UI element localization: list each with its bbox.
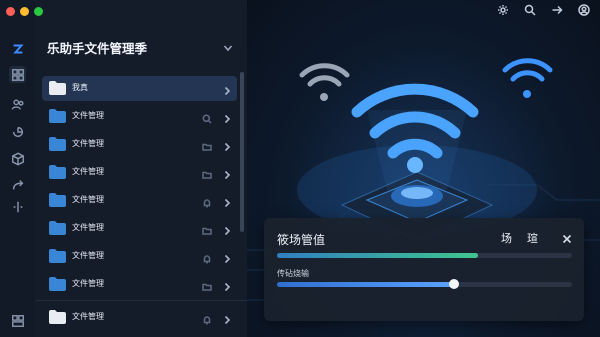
slider-fill: [277, 282, 454, 287]
arrow-right-icon[interactable]: [551, 3, 563, 15]
slider-handle[interactable]: [449, 279, 459, 289]
folder-small-icon[interactable]: [202, 223, 212, 235]
search-icon[interactable]: [524, 3, 536, 16]
progress-fill-1: [277, 253, 478, 258]
file-label: 文件管理: [72, 195, 104, 204]
users-icon[interactable]: [9, 96, 26, 113]
file-label: 文件管理: [72, 167, 104, 176]
folder-icon: [49, 193, 66, 207]
file-label: 文件管理: [72, 312, 104, 321]
folder-small-icon[interactable]: [202, 167, 212, 179]
transfer-popup: 筱场管值 场 瑄 传砧烧输: [264, 218, 584, 321]
split-icon[interactable]: [9, 198, 26, 215]
bell-icon[interactable]: [202, 312, 212, 325]
file-row[interactable]: 文件管理: [42, 160, 237, 185]
file-row[interactable]: 文件管理: [42, 305, 237, 330]
popup-subtitle: 传砧烧输: [277, 269, 309, 278]
file-row[interactable]: 文件管理: [42, 272, 237, 297]
chevron-down-icon[interactable]: [223, 40, 233, 52]
folder-icon: [49, 310, 66, 324]
folder-icon: [49, 277, 66, 291]
folder-icon: [49, 109, 66, 123]
file-row[interactable]: 文件管理: [42, 132, 237, 157]
progress-bar-1: [277, 253, 572, 258]
folder-icon: [49, 137, 66, 151]
gear-icon[interactable]: [497, 3, 509, 15]
chevron-right-icon[interactable]: [222, 111, 232, 124]
folder-icon: [49, 221, 66, 235]
folder-icon: [49, 81, 66, 95]
grid-icon[interactable]: [9, 66, 26, 83]
chevron-right-icon[interactable]: [222, 139, 232, 152]
chevron-right-icon[interactable]: [222, 312, 232, 325]
file-label: 文件管理: [72, 251, 104, 260]
popup-title: 筱场管值: [277, 233, 326, 247]
folder-small-icon[interactable]: [202, 279, 212, 291]
file-label: 文件管理: [72, 279, 104, 288]
page-title: 乐助手文件管理季: [47, 42, 148, 56]
close-icon[interactable]: [562, 231, 572, 244]
chevron-right-icon[interactable]: [222, 223, 232, 236]
share-icon[interactable]: [9, 123, 26, 140]
chevron-right-icon[interactable]: [222, 279, 232, 292]
minimize-window-button[interactable]: [20, 7, 29, 16]
file-row[interactable]: 文件管理: [42, 244, 237, 269]
redo-icon[interactable]: [9, 176, 26, 193]
popup-action[interactable]: 场 瑄: [501, 230, 544, 246]
bell-icon[interactable]: [202, 195, 212, 208]
chevron-right-icon[interactable]: [222, 83, 232, 96]
progress-slider[interactable]: [277, 279, 572, 289]
folder-icon: [49, 249, 66, 263]
chevron-right-icon[interactable]: [222, 251, 232, 264]
folder-icon: [49, 165, 66, 179]
user-icon[interactable]: [578, 3, 590, 16]
file-label: 文件管理: [72, 111, 104, 120]
window-controls: [6, 7, 43, 16]
icon-rail: [0, 0, 36, 337]
app-logo-icon[interactable]: [9, 40, 26, 57]
scrollbar[interactable]: [240, 72, 244, 232]
file-label: 文件管理: [72, 223, 104, 232]
chevron-right-icon[interactable]: [222, 167, 232, 180]
divider: [35, 300, 247, 301]
file-row[interactable]: 文件管理: [42, 104, 237, 129]
file-row[interactable]: 文件管理: [42, 188, 237, 213]
file-label: 文件管理: [72, 139, 104, 148]
zoom-window-button[interactable]: [34, 7, 43, 16]
file-label: 我真: [72, 83, 88, 92]
file-row[interactable]: 文件管理: [42, 216, 237, 241]
chevron-right-icon[interactable]: [222, 195, 232, 208]
close-window-button[interactable]: [6, 7, 15, 16]
file-row-selected[interactable]: 我真: [42, 76, 237, 101]
folder-small-icon[interactable]: [202, 139, 212, 151]
bell-icon[interactable]: [202, 251, 212, 264]
search-icon[interactable]: [202, 111, 212, 124]
top-toolbar: [497, 3, 590, 16]
layout-icon[interactable]: [9, 312, 26, 329]
box-icon[interactable]: [9, 150, 26, 167]
